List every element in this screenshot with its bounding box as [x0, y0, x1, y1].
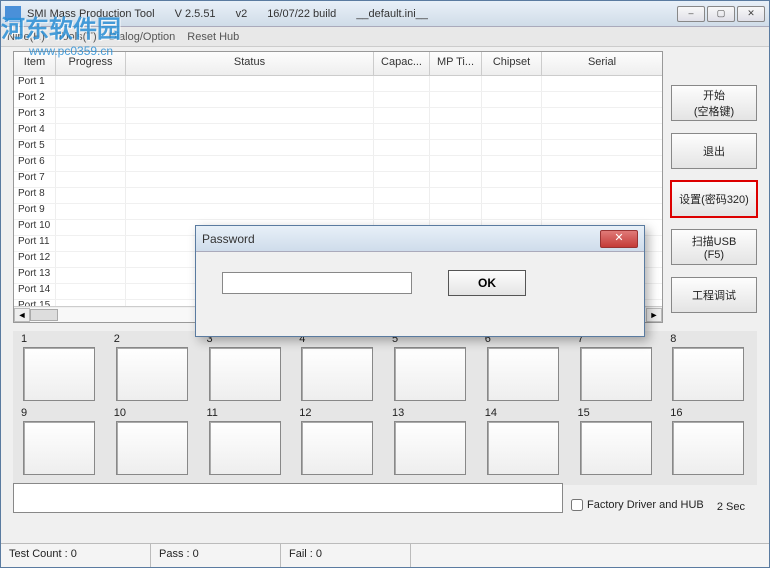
dialog-close-button[interactable]: ✕ — [600, 230, 638, 248]
ok-button[interactable]: OK — [448, 270, 526, 296]
dialog-titlebar: Password ✕ — [196, 226, 644, 252]
password-dialog: Password ✕ OK — [195, 225, 645, 337]
main-window: SMI Mass Production Tool V 2.5.51 v2 16/… — [0, 0, 770, 568]
dialog-overlay: Password ✕ OK — [1, 1, 769, 567]
dialog-title-text: Password — [202, 232, 255, 246]
password-input[interactable] — [222, 272, 412, 294]
